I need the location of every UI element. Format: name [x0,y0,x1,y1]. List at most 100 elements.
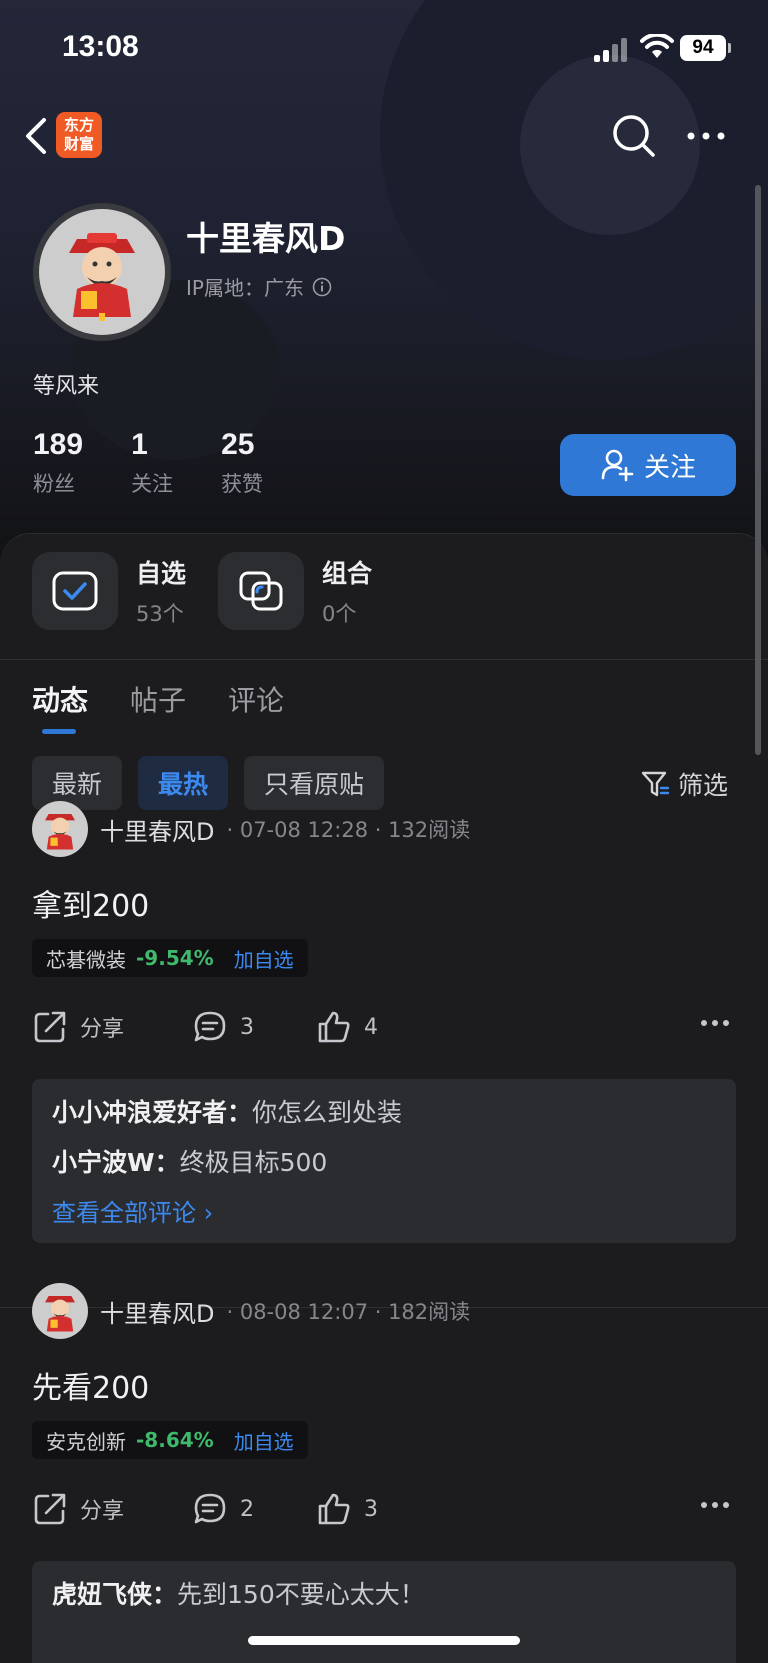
watchlist-icon-box [32,552,118,630]
post-more-button[interactable] [700,1019,730,1027]
commenter-name[interactable]: 小小冲浪爱好者： [52,1098,252,1127]
stat-following[interactable]: 1 关注 [131,428,173,498]
add-to-watchlist-link[interactable]: 加自选 [234,1426,294,1455]
like-count: 4 [364,1014,378,1040]
content-tabs: 动态 帖子 评论 [32,679,326,734]
share-icon [34,1011,66,1043]
profile-username: 十里春风D [186,219,346,258]
stock-tag[interactable]: 安克创新 -8.64% 加自选 [32,1421,308,1459]
post-author-name[interactable]: 十里春风D [100,812,214,847]
commenter-name[interactable]: 虎妞飞侠： [52,1580,177,1609]
comment-bubble-icon [194,1011,226,1042]
tab-comments[interactable]: 评论 [228,679,284,719]
ip-location: IP属地：广东 [186,272,332,301]
profile-stats: 189 粉丝 1 关注 25 获赞 [33,428,311,498]
more-options-button[interactable] [682,120,730,152]
thumbs-up-icon [318,1493,350,1525]
tab-activity[interactable]: 动态 [32,679,88,734]
feed-post[interactable]: 十里春风D · 08-08 12:07 · 182阅读 先看200 安克创新 -… [0,1283,768,1663]
view-all-comments-link[interactable]: 查看全部评论 › [52,1193,716,1228]
post-more-button[interactable] [700,1501,730,1509]
scrollbar[interactable] [755,185,761,755]
stock-name: 安克创新 [46,1429,126,1454]
comment-line: 小小冲浪爱好者：你怎么到处装 [52,1093,716,1129]
stat-likes[interactable]: 25 获赞 [221,428,263,498]
battery-indicator: 94 [680,35,731,61]
status-time: 13:08 [62,30,139,63]
post-author-avatar[interactable] [32,1283,88,1339]
stock-tag[interactable]: 芯碁微装 -9.54% 加自选 [32,939,308,977]
feed-post[interactable]: 十里春风D · 07-08 12:28 · 132阅读 拿到200 芯碁微装 -… [0,801,768,1261]
follow-button[interactable]: 关注 [560,434,736,496]
comment-button[interactable]: 2 [192,1491,254,1527]
search-icon [613,115,655,157]
stock-change: -8.64% [136,1428,214,1452]
divider [0,659,768,660]
post-author-avatar[interactable] [32,801,88,857]
stat-label: 获赞 [221,472,264,496]
like-count: 3 [364,1496,378,1522]
share-label: 分享 [80,1017,125,1042]
checkbox-icon [52,571,98,611]
portfolio-count: 0个 [322,602,357,626]
comment-preview[interactable]: 虎妞飞侠：先到150不要心太大！ [32,1561,736,1663]
comment-bubble-icon [194,1493,226,1524]
comment-text: 终极目标500 [179,1148,328,1177]
post-header: 十里春风D · 08-08 12:07 · 182阅读 [32,1283,470,1339]
god-of-wealth-avatar-icon [69,233,135,321]
portfolio-icon [239,571,283,611]
content-panel: 自选 53个 组合 0个 动态 帖子 评论 最新 最热 只看原贴 筛选 十里春风… [0,533,768,1663]
portfolio-entry[interactable]: 组合 0个 [218,552,372,630]
add-to-watchlist-link[interactable]: 加自选 [234,944,294,973]
comment-text: 你怎么到处装 [252,1098,403,1127]
stock-name: 芯碁微装 [46,947,126,972]
stat-followers[interactable]: 189 粉丝 [33,428,83,498]
comment-preview[interactable]: 小小冲浪爱好者：你怎么到处装 小宁波W：终极目标500 查看全部评论 › [32,1079,736,1243]
home-indicator[interactable] [248,1636,520,1645]
watchlist-count: 53个 [136,602,184,626]
search-button[interactable] [610,112,658,160]
profile-avatar[interactable] [33,203,171,341]
info-icon[interactable] [312,277,332,297]
comment-button[interactable]: 3 [192,1009,254,1045]
post-body[interactable]: 先看200 [32,1363,149,1407]
more-dots-icon [687,132,725,140]
stat-label: 关注 [131,472,174,496]
chevron-left-icon [26,118,46,154]
stat-value: 25 [221,428,255,461]
share-button[interactable]: 分享 [32,1491,124,1527]
app-logo[interactable]: 东方 财富 [56,112,102,158]
status-bar: 13:08 94 [0,0,768,96]
filter-button-label: 筛选 [678,771,729,800]
post-actions: 分享 3 4 [32,1009,736,1053]
stat-value: 189 [33,428,84,461]
share-button[interactable]: 分享 [32,1009,124,1045]
comment-line: 虎妞飞侠：先到150不要心太大！ [52,1575,716,1611]
comment-count: 2 [240,1496,254,1522]
portfolio-icon-box [218,552,305,630]
like-button[interactable]: 4 [316,1009,378,1045]
god-of-wealth-avatar-icon [45,1296,75,1332]
tab-posts[interactable]: 帖子 [130,679,186,719]
stat-value: 1 [131,428,148,461]
post-meta: · 07-08 12:28 · 132阅读 [226,818,471,842]
god-of-wealth-avatar-icon [45,814,75,850]
thumbs-up-icon [318,1011,350,1043]
more-dots-icon [701,1020,729,1026]
filter-button[interactable]: 筛选 [640,766,728,802]
wifi-icon [640,34,674,58]
share-label: 分享 [80,1499,125,1524]
profile-bio: 等风来 [33,374,100,399]
watchlist-entry[interactable]: 自选 53个 [32,552,186,630]
comment-text: 先到150不要心太大！ [177,1580,425,1609]
top-nav: 东方 财富 [0,100,768,172]
post-body[interactable]: 拿到200 [32,881,149,925]
back-button[interactable] [18,114,54,158]
comment-count: 3 [240,1014,254,1040]
like-button[interactable]: 3 [316,1491,378,1527]
post-author-name[interactable]: 十里春风D [100,1294,214,1329]
filter-funnel-icon [641,771,670,797]
commenter-name[interactable]: 小宁波W： [52,1148,180,1177]
cellular-signal-icon [594,38,630,62]
share-icon [34,1493,66,1525]
